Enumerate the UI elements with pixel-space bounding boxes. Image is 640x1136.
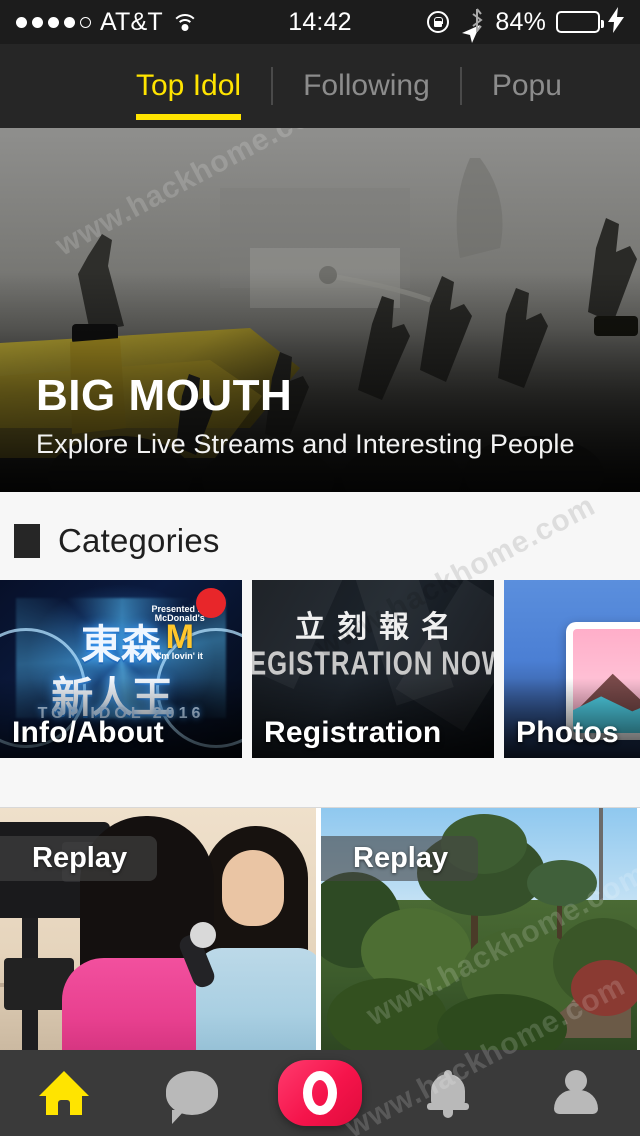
- bottom-navigation-bar: [0, 1050, 640, 1136]
- app-screen: AT&T 14:42 84% Top Idol Following Popu B…: [0, 0, 640, 1136]
- replay-item-2[interactable]: Replay www.hackhome.com: [321, 808, 637, 1050]
- nav-home[interactable]: [0, 1050, 128, 1136]
- replay-badge: Replay: [0, 836, 158, 881]
- status-bar-right: 84%: [427, 6, 624, 43]
- nav-messages[interactable]: [128, 1050, 256, 1136]
- hero-title: BIG MOUTH: [36, 370, 293, 420]
- top-tab-bar: Top Idol Following Popu: [0, 44, 640, 128]
- category-card-photos[interactable]: Photos: [504, 580, 640, 758]
- tab-top-idol-label: Top Idol: [136, 69, 242, 102]
- golden-arches-icon: M: [165, 617, 194, 656]
- nav-profile[interactable]: [512, 1050, 640, 1136]
- bluetooth-icon: [469, 8, 485, 36]
- battery-percentage: 84%: [495, 7, 546, 36]
- tab-following[interactable]: Following: [273, 44, 460, 128]
- card-artwork-cjk: 立刻報名: [295, 611, 463, 644]
- chat-bubble-icon: [166, 1071, 218, 1124]
- battery-icon: [556, 11, 604, 33]
- carrier-label: AT&T: [100, 7, 163, 36]
- categories-header: Categories: [0, 492, 640, 560]
- tab-popular-label: Popu: [491, 69, 562, 102]
- rotation-lock-icon: [427, 11, 450, 33]
- notification-dot-badge: [196, 588, 226, 618]
- replay-item-1[interactable]: Replay: [0, 808, 316, 1050]
- card-artwork-cjk-line1: 東森: [81, 623, 161, 668]
- categories-carousel[interactable]: 東森 新人王 TOP IDOL 2016 Presented by McDona…: [0, 580, 640, 758]
- sponsor-slogan: I'm lovin' it: [156, 650, 203, 661]
- broadcast-record-icon: [278, 1060, 362, 1126]
- hero-text-block: BIG MOUTH Explore Live Streams and Inter…: [36, 370, 575, 460]
- status-bar: AT&T 14:42 84%: [0, 0, 640, 44]
- nav-broadcast[interactable]: [256, 1050, 384, 1136]
- category-card-registration[interactable]: 立刻報名 REGISTRATION NOW! Registration: [252, 580, 494, 758]
- nav-notifications[interactable]: [384, 1050, 512, 1136]
- category-card-label: Info/About: [12, 716, 164, 749]
- tab-following-label: Following: [303, 69, 430, 102]
- replay-list: Replay Replay www.hackhome.com: [0, 807, 640, 1050]
- home-icon: [39, 1071, 89, 1115]
- section-marker-icon: [14, 524, 40, 558]
- hero-banner[interactable]: BIG MOUTH Explore Live Streams and Inter…: [0, 128, 640, 492]
- tab-popular[interactable]: Popu: [462, 44, 592, 128]
- replay-badge: Replay: [321, 836, 479, 881]
- category-card-label: Registration: [264, 716, 442, 749]
- charging-bolt-icon: [608, 6, 624, 38]
- category-card-label: Photos: [516, 716, 619, 749]
- status-bar-left: AT&T: [16, 8, 199, 37]
- category-card-info-about[interactable]: 東森 新人王 TOP IDOL 2016 Presented by McDona…: [0, 580, 242, 758]
- person-icon: [552, 1070, 600, 1116]
- hero-subtitle: Explore Live Streams and Interesting Peo…: [36, 429, 575, 459]
- signal-strength-dots: [16, 16, 91, 28]
- bell-icon: [427, 1070, 469, 1118]
- tab-top-idol[interactable]: Top Idol: [106, 44, 271, 128]
- wifi-icon: [171, 13, 199, 32]
- categories-title: Categories: [58, 522, 220, 559]
- categories-section: Categories 東森 新人王 TOP IDOL 2016 Presente…: [0, 492, 640, 807]
